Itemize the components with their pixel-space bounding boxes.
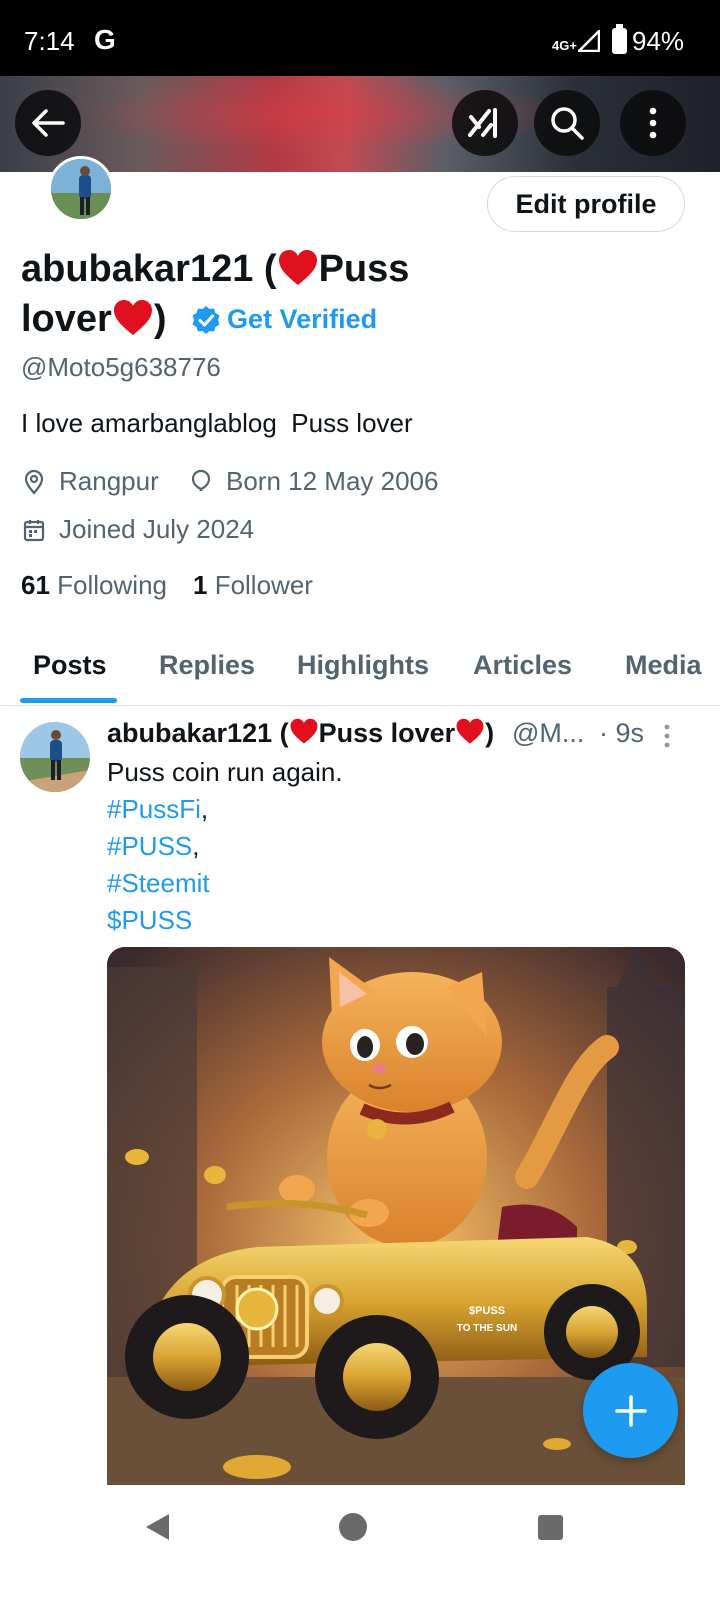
display-name-text: lover bbox=[21, 298, 112, 340]
followers-count: 1 bbox=[192, 570, 208, 600]
compose-post-button[interactable] bbox=[583, 1363, 678, 1458]
post-header: abubakar121 ( Puss lover) @M... · 9s bbox=[107, 718, 707, 754]
tab-replies[interactable]: Replies bbox=[159, 650, 255, 681]
tab-media[interactable]: Media bbox=[625, 650, 702, 681]
birthdate-text: Born 12 May 2006 bbox=[226, 466, 439, 496]
post-body: Puss coin run again. #PussFi, #PUSS, #St… bbox=[107, 754, 343, 939]
plus-icon bbox=[614, 1394, 647, 1427]
cashtag-puss[interactable]: $PUSS bbox=[107, 905, 192, 935]
active-tab-indicator bbox=[20, 698, 117, 703]
following-count: 61 bbox=[21, 570, 50, 600]
more-options-button[interactable] bbox=[620, 90, 686, 156]
following-link[interactable]: 61 Following bbox=[21, 570, 167, 600]
car-text: $PUSS bbox=[469, 1305, 505, 1317]
post-author-name[interactable]: abubakar121 ( Puss lover) bbox=[107, 718, 494, 749]
profile-avatar[interactable] bbox=[48, 156, 114, 222]
system-nav-bar bbox=[0, 1486, 720, 1600]
author-name-text: Puss lover bbox=[318, 718, 456, 748]
following-label: Following bbox=[57, 570, 167, 600]
post-author-avatar[interactable] bbox=[20, 722, 90, 792]
status-bar: 7:14 G 4G+ 94% bbox=[0, 0, 720, 76]
heart-icon bbox=[456, 718, 484, 744]
search-icon bbox=[551, 107, 584, 140]
post-author-handle[interactable]: @M... bbox=[512, 718, 584, 749]
arrow-left-icon bbox=[32, 109, 65, 137]
location-text: Rangpur bbox=[59, 466, 159, 496]
network-type: 4G+ bbox=[552, 38, 577, 53]
tab-highlights[interactable]: Highlights bbox=[297, 650, 429, 681]
display-name-text: ) bbox=[153, 298, 167, 340]
heart-icon bbox=[290, 718, 318, 744]
person-photo bbox=[51, 159, 111, 219]
profile-joined: Joined July 2024 bbox=[23, 514, 254, 545]
get-verified-link[interactable]: Get Verified bbox=[227, 304, 377, 334]
post-text-line: Puss coin run again. bbox=[107, 757, 343, 787]
profile-banner bbox=[0, 76, 720, 172]
nav-back-icon[interactable] bbox=[143, 1512, 171, 1542]
profile-location: Rangpur bbox=[23, 466, 159, 497]
signal-icon bbox=[578, 30, 600, 52]
profile-tabs: Posts Replies Highlights Articles Media bbox=[0, 628, 720, 706]
heart-icon bbox=[278, 250, 317, 285]
person-photo bbox=[20, 722, 90, 792]
edit-profile-button[interactable]: Edit profile bbox=[487, 176, 685, 232]
tab-posts[interactable]: Posts bbox=[33, 650, 107, 681]
nav-home-icon[interactable] bbox=[338, 1512, 368, 1542]
search-button[interactable] bbox=[534, 90, 600, 156]
post-more-icon[interactable] bbox=[663, 724, 671, 748]
calendar-icon bbox=[23, 519, 45, 541]
hashtag-steemit[interactable]: #Steemit bbox=[107, 868, 210, 898]
followers-label: Follower bbox=[214, 570, 313, 600]
heart-icon bbox=[113, 300, 152, 335]
battery-icon bbox=[612, 24, 627, 54]
author-name-text: ) bbox=[485, 718, 495, 748]
hashtag-puss[interactable]: #PUSS bbox=[107, 831, 192, 861]
profile-handle: @Moto5g638776 bbox=[21, 352, 221, 382]
hashtag-pussfi[interactable]: #PussFi bbox=[107, 794, 201, 824]
tab-articles[interactable]: Articles bbox=[473, 650, 572, 681]
profile-display-name: abubakar121 ( Puss lover) Get Verified bbox=[21, 244, 581, 344]
car-text: TO THE SUN bbox=[457, 1323, 517, 1334]
follow-counts: 61 Following 1 Follower bbox=[21, 570, 313, 601]
followers-link[interactable]: 1 Follower bbox=[193, 570, 313, 600]
profile-birthdate: Born 12 May 2006 bbox=[190, 466, 438, 497]
display-name-text: Puss bbox=[318, 248, 410, 290]
profile-bio: I love amarbanglablog Puss lover bbox=[21, 408, 413, 438]
grok-button[interactable] bbox=[452, 90, 518, 156]
google-icon: G bbox=[94, 24, 116, 55]
balloon-icon bbox=[191, 469, 211, 491]
display-name-text: abubakar121 ( bbox=[21, 248, 277, 290]
more-vertical-icon bbox=[649, 107, 657, 139]
grok-icon bbox=[468, 108, 497, 138]
status-time: 7:14 bbox=[24, 26, 75, 56]
joined-text: Joined July 2024 bbox=[59, 514, 255, 544]
location-pin-icon bbox=[24, 469, 44, 495]
back-button[interactable] bbox=[15, 90, 81, 156]
author-name-text: abubakar121 ( bbox=[107, 718, 289, 748]
nav-recents-icon[interactable] bbox=[537, 1514, 564, 1541]
post-timestamp[interactable]: · 9s bbox=[599, 718, 644, 749]
battery-percent: 94% bbox=[632, 26, 685, 56]
verified-badge-icon[interactable] bbox=[191, 305, 221, 335]
